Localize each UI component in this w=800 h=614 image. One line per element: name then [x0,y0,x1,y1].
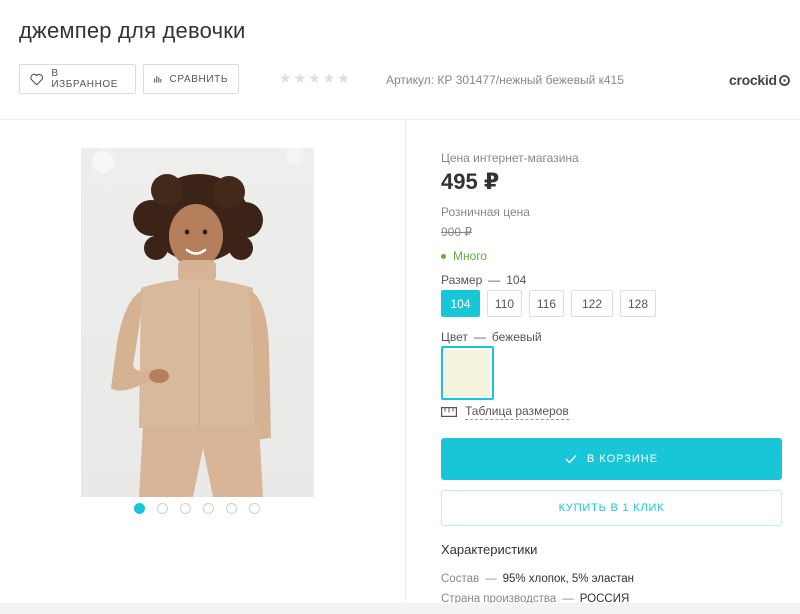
characteristic-dash: — [485,573,497,585]
retail-price-label: Розничная цена [441,205,530,219]
compare-label: СРАВНИТЬ [169,73,228,85]
heart-icon [30,73,43,85]
product-photo[interactable] [81,148,314,497]
characteristic-row: Состав — 95% хлопок, 5% эластан [441,573,634,585]
star-icon[interactable]: ★ [279,70,292,87]
brand-logo[interactable]: crockid [729,72,790,88]
header-divider [0,119,800,120]
gallery-dot[interactable] [249,503,260,514]
gallery-pagination [134,503,260,514]
gallery-dot[interactable] [203,503,214,514]
retail-price: 900 ₽ [441,225,472,239]
buy-one-click-button[interactable]: КУПИТЬ В 1 КЛИК [441,490,782,526]
size-option[interactable]: 104 [441,290,480,317]
favorites-label: В ИЗБРАННОЕ [51,68,119,90]
star-icon[interactable]: ★ [308,70,321,87]
brand-name: crockid [729,72,777,88]
size-table-label: Таблица размеров [465,404,569,420]
size-option[interactable]: 110 [487,290,522,317]
product-title: джемпер для девочки [19,18,246,43]
stock-indicator-icon [441,253,446,259]
size-dash: — [488,273,501,287]
star-icon[interactable]: ★ [294,70,307,87]
ruler-icon [441,407,457,417]
column-divider [405,120,406,614]
size-option[interactable]: 122 [571,290,613,317]
online-price: 495 ₽ [441,169,500,194]
color-swatch [445,350,490,396]
add-to-favorites-button[interactable]: В ИЗБРАННОЕ [19,64,136,94]
size-options: 104 110 116 122 128 [441,290,656,317]
size-selected: 104 [506,273,527,287]
in-cart-button[interactable]: В КОРЗИНЕ [441,438,782,480]
size-label-row: Размер — 104 [441,273,526,287]
gallery-dot[interactable] [180,503,191,514]
size-label: Размер [441,273,483,287]
color-selected: бежевый [491,330,542,344]
size-table-link[interactable]: Таблица размеров [441,404,569,420]
one-click-label: КУПИТЬ В 1 КЛИК [558,502,665,514]
stock-text: Много [453,249,488,263]
checkmark-icon [565,455,577,464]
product-sku: Артикул: КР 301477/нежный бежевый к415 [386,73,624,87]
gallery-dot[interactable] [134,503,145,514]
characteristics-title: Характеристики [441,542,538,557]
color-label: Цвет [441,330,468,344]
color-label-row: Цвет — бежевый [441,330,542,344]
product-image [92,148,304,497]
brand-mark-icon [778,74,790,86]
stock-status: Много [441,249,487,263]
characteristic-value: 95% хлопок, 5% эластан [502,573,635,585]
characteristic-key: Состав [441,573,480,585]
color-dash: — [473,330,486,344]
gallery-dot[interactable] [226,503,237,514]
size-option[interactable]: 116 [529,290,564,317]
star-icon[interactable]: ★ [337,70,350,87]
online-price-label: Цена интернет-магазина [441,151,579,165]
size-option[interactable]: 128 [620,290,656,317]
page-bottom-band [0,603,800,614]
cart-label: В КОРЗИНЕ [586,453,659,465]
rating-stars[interactable]: ★ ★ ★ ★ ★ [279,70,350,87]
bar-chart-icon [154,76,162,83]
compare-button[interactable]: СРАВНИТЬ [143,64,239,94]
gallery-dot[interactable] [157,503,168,514]
color-swatch-selected[interactable] [441,346,494,400]
star-icon[interactable]: ★ [323,70,336,87]
